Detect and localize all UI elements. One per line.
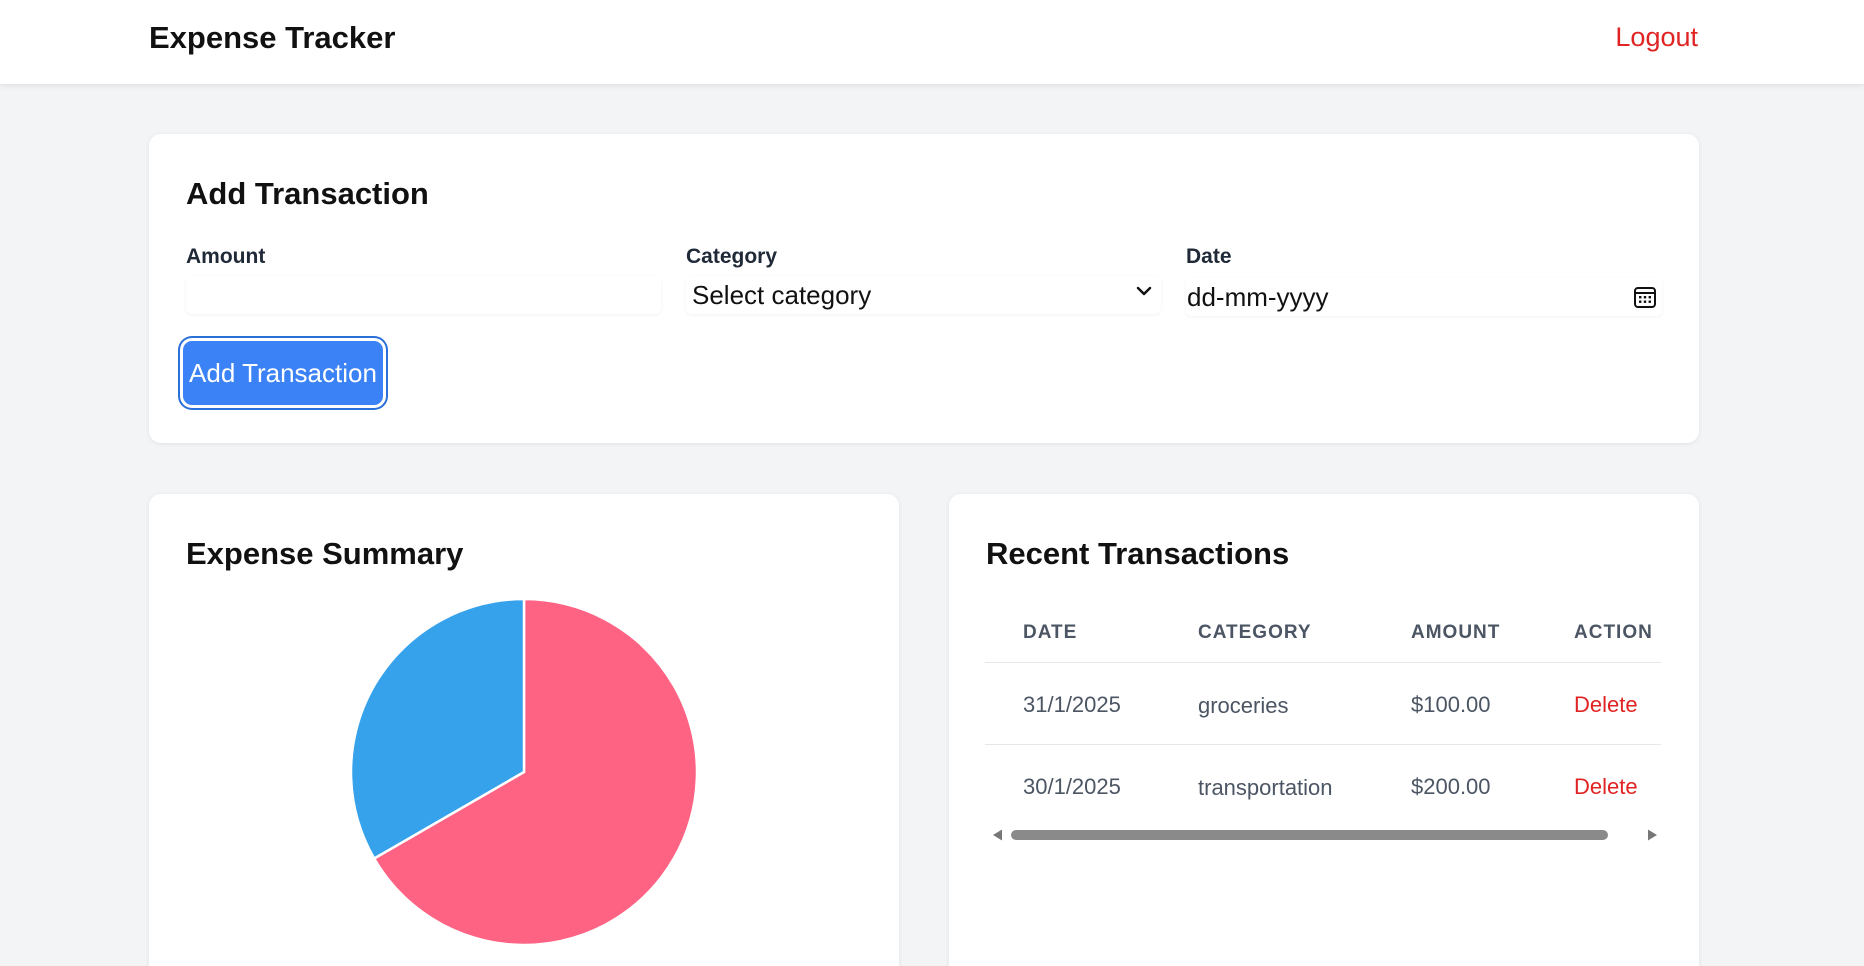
row-amount: $100.00 <box>1411 692 1491 717</box>
amount-label: Amount <box>186 245 266 268</box>
top-navbar: Expense Tracker Logout <box>0 0 1864 84</box>
recent-transactions-card: Recent Transactions DATE CATEGORY AMOUNT… <box>949 494 1699 966</box>
add-transaction-card: Add Transaction Amount Category Select c… <box>149 134 1699 443</box>
column-header-amount: AMOUNT <box>1411 622 1501 643</box>
table-divider <box>985 744 1661 745</box>
calendar-icon[interactable] <box>1632 284 1658 315</box>
chevron-down-icon <box>1133 280 1155 307</box>
add-transaction-title: Add Transaction <box>186 176 429 211</box>
table-horizontal-scrollbar[interactable] <box>993 828 1657 842</box>
date-label: Date <box>1186 245 1232 268</box>
row-amount: $200.00 <box>1411 774 1491 799</box>
table-divider <box>985 662 1661 663</box>
expense-pie-chart <box>349 597 699 947</box>
expense-summary-card: Expense Summary <box>149 494 899 966</box>
scroll-right-arrow-icon <box>1648 829 1657 841</box>
delete-button[interactable]: Delete <box>1574 774 1638 800</box>
scrollbar-thumb <box>1011 830 1608 840</box>
amount-input[interactable] <box>186 276 661 314</box>
row-date: 30/1/2025 <box>1023 774 1121 799</box>
date-input-placeholder: dd-mm-yyyy <box>1187 282 1329 312</box>
recent-transactions-title: Recent Transactions <box>986 536 1290 571</box>
column-header-category: CATEGORY <box>1198 622 1312 643</box>
category-select[interactable]: Select category <box>686 276 1161 314</box>
logout-link[interactable]: Logout <box>1615 22 1698 53</box>
scroll-left-arrow-icon <box>993 829 1002 841</box>
column-header-action: ACTION <box>1574 622 1653 643</box>
row-category: groceries <box>1198 693 1289 718</box>
category-select-value: Select category <box>692 280 872 310</box>
row-category: transportation <box>1198 775 1333 800</box>
row-date: 31/1/2025 <box>1023 692 1121 717</box>
delete-button[interactable]: Delete <box>1574 692 1638 718</box>
category-label: Category <box>686 245 778 268</box>
column-header-date: DATE <box>1023 622 1078 643</box>
add-transaction-button[interactable]: Add Transaction <box>183 341 383 405</box>
date-input[interactable]: dd-mm-yyyy <box>1186 278 1662 316</box>
app-title: Expense Tracker <box>149 20 396 55</box>
